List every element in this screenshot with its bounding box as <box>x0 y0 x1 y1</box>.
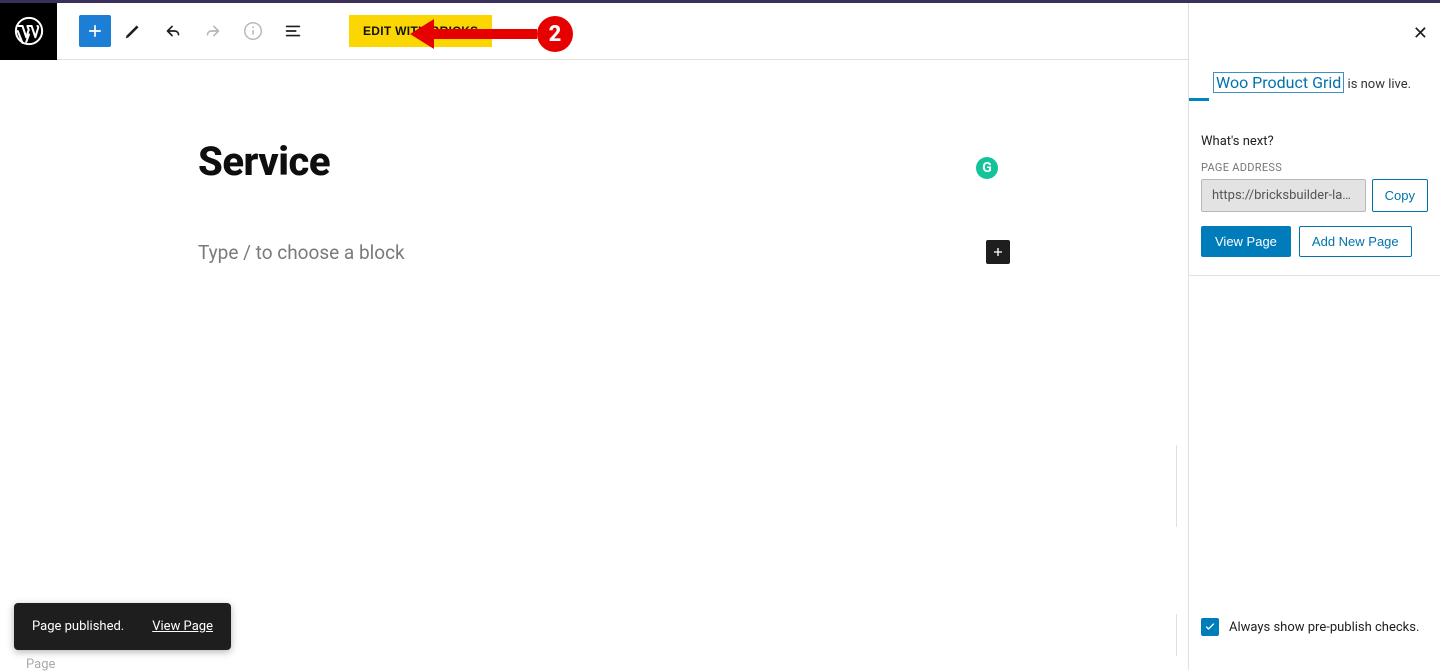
editor-canvas: Service Type / to choose a block <box>0 60 1188 670</box>
undo-icon <box>162 20 184 42</box>
notice-link[interactable]: Woo Product Grid <box>1213 72 1344 93</box>
redo-icon <box>202 20 224 42</box>
notice-text: is now live. <box>1344 77 1411 92</box>
copy-button[interactable]: Copy <box>1372 179 1428 212</box>
prepublish-checkbox[interactable] <box>1201 618 1219 636</box>
pencil-icon <box>122 20 144 42</box>
tab-indicator <box>1189 98 1209 101</box>
wordpress-icon <box>14 16 44 46</box>
info-button[interactable] <box>235 13 271 49</box>
publish-toast: Page published. View Page <box>14 603 231 650</box>
grammarly-badge[interactable]: G <box>976 157 998 179</box>
edit-tool-button[interactable] <box>115 13 151 49</box>
page-address-label: PAGE ADDRESS <box>1201 161 1428 174</box>
view-page-button[interactable]: View Page <box>1201 226 1291 257</box>
wordpress-logo[interactable] <box>0 3 57 60</box>
outline-button[interactable] <box>275 13 311 49</box>
toast-message: Page published. <box>32 619 124 634</box>
whats-next-heading: What's next? <box>1201 134 1428 149</box>
prepublish-checkbox-label: Always show pre-publish checks. <box>1229 620 1419 635</box>
add-block-button[interactable] <box>79 15 111 47</box>
block-placeholder[interactable]: Type / to choose a block <box>198 241 405 264</box>
settings-sidebar: ✕ Woo Product Grid is now live. What's n… <box>1188 3 1440 670</box>
close-sidebar-button[interactable]: ✕ <box>1413 23 1428 44</box>
plus-icon <box>990 244 1006 260</box>
page-address-input[interactable]: https://bricksbuilder-layou... <box>1201 179 1366 212</box>
info-icon <box>242 20 264 42</box>
redo-button[interactable] <box>195 13 231 49</box>
annotation-number: 2 <box>537 16 573 52</box>
checkmark-icon <box>1204 621 1216 633</box>
toast-view-page-link[interactable]: View Page <box>152 619 213 634</box>
undo-button[interactable] <box>155 13 191 49</box>
page-title[interactable]: Service <box>198 138 1188 185</box>
add-block-inline-button[interactable] <box>986 240 1010 264</box>
edit-with-bricks-button[interactable]: EDIT WITH BRICKS <box>349 15 492 47</box>
plus-icon <box>85 21 105 41</box>
add-new-page-button[interactable]: Add New Page <box>1299 226 1412 257</box>
list-outline-icon <box>282 20 304 42</box>
